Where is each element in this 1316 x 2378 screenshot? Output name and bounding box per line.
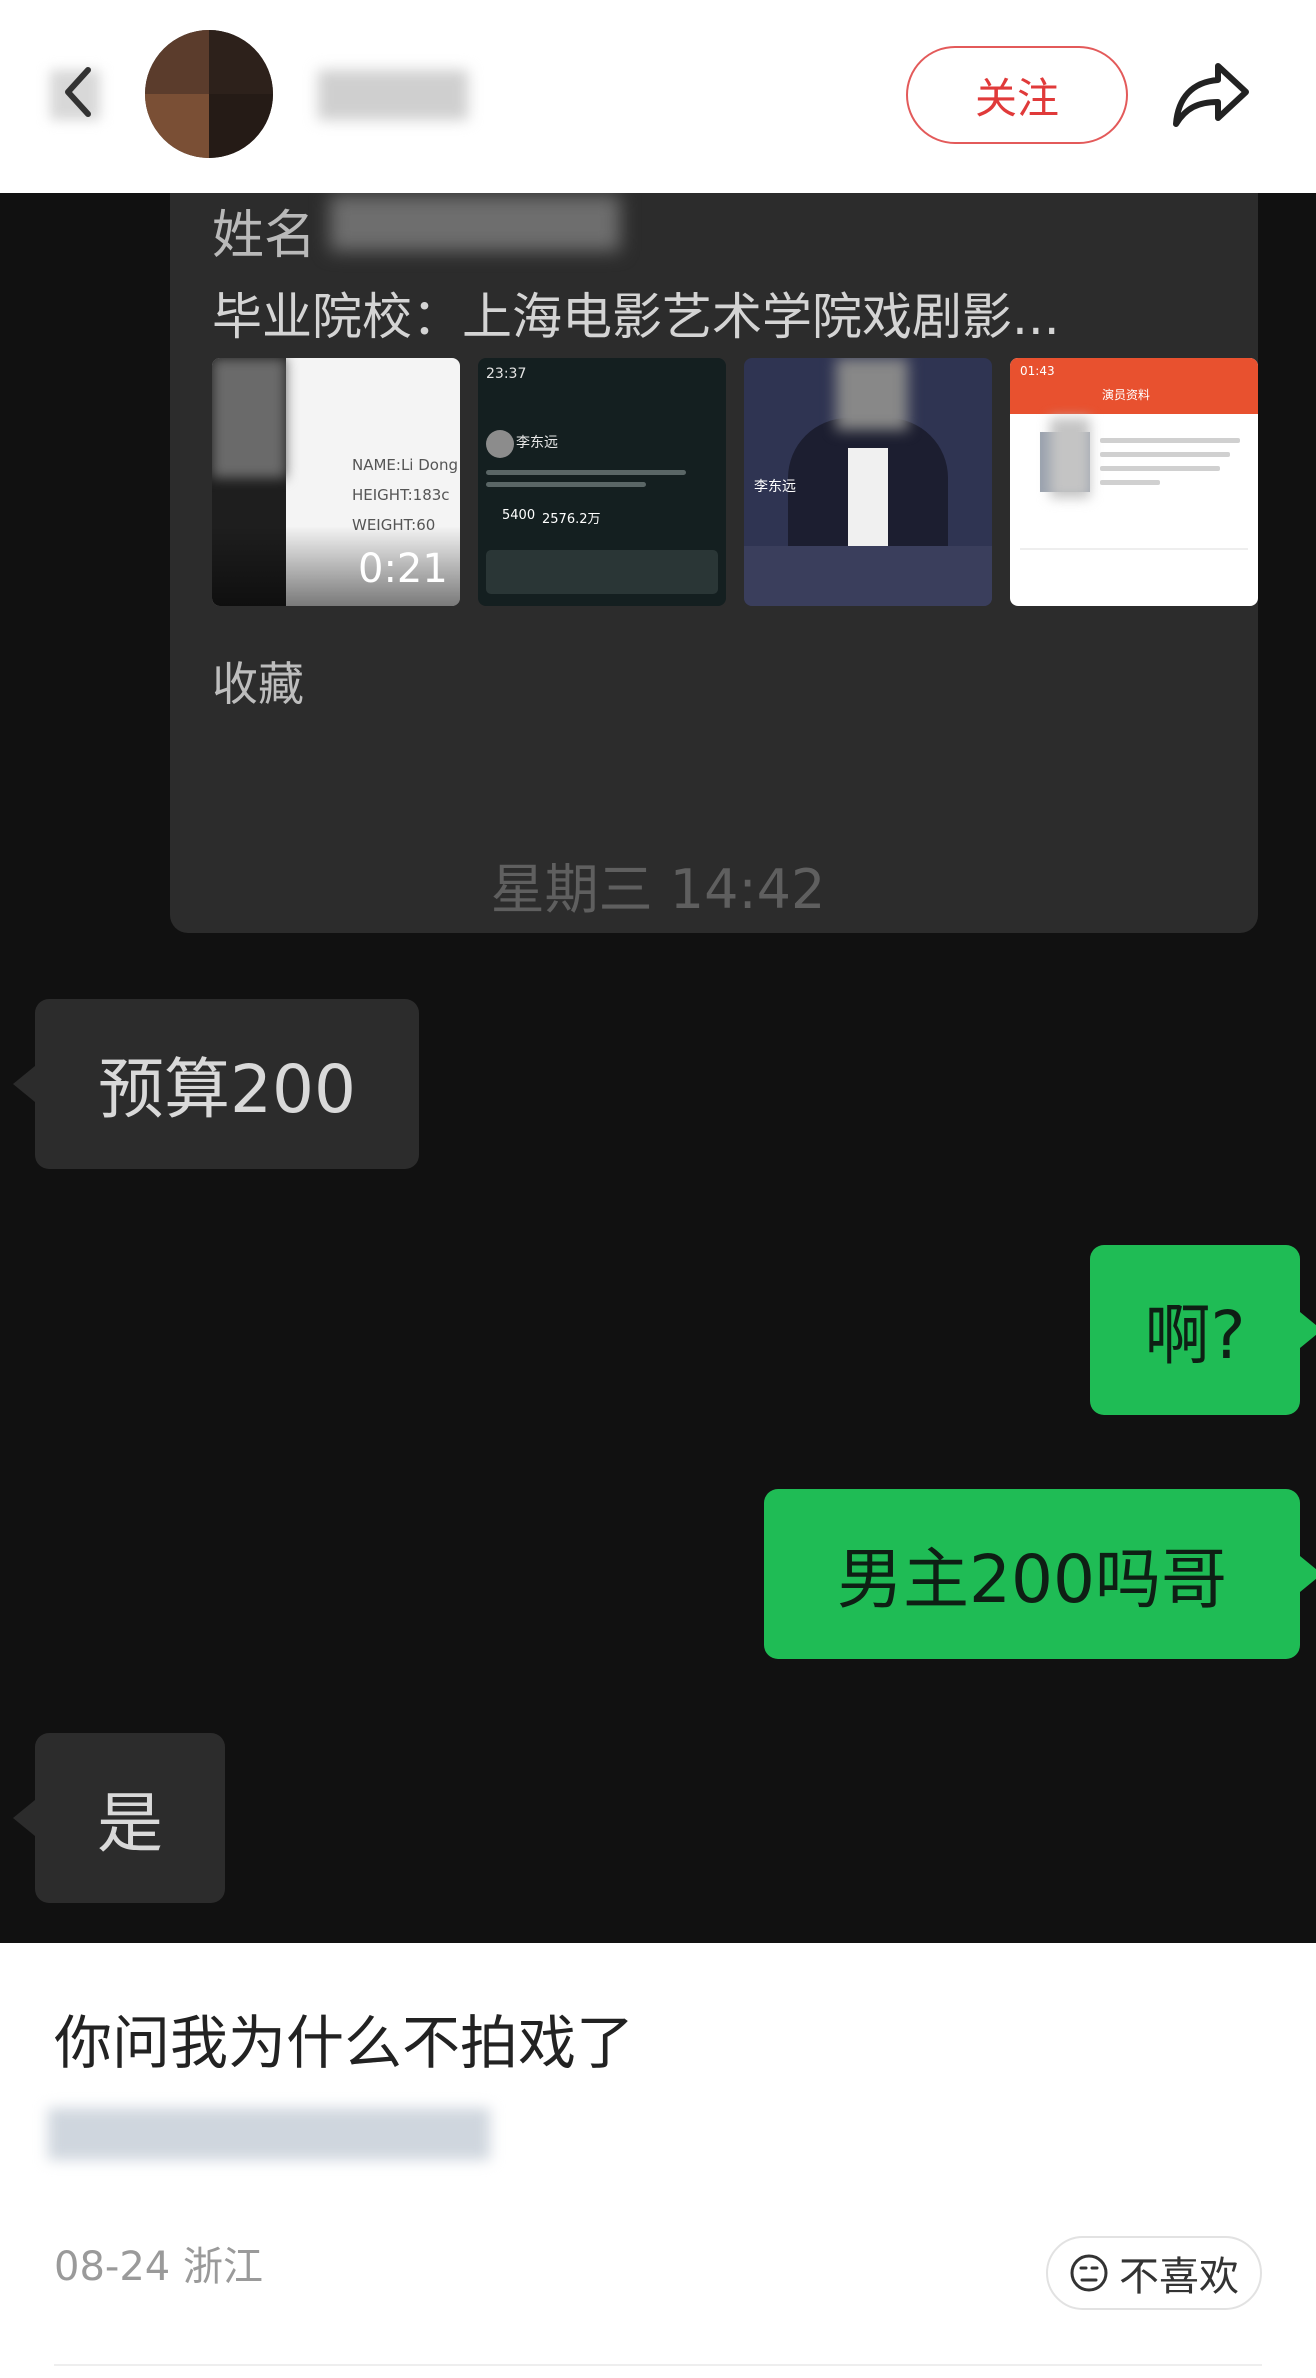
message-bubble-right: 男主200吗哥 — [764, 1489, 1300, 1659]
avatar — [486, 430, 514, 458]
stats-row — [1020, 548, 1248, 598]
blurred-name — [330, 195, 620, 251]
chat-timestamp: 星期三 14:42 — [490, 858, 826, 921]
follow-button[interactable]: 关注 — [906, 46, 1128, 144]
profile-name: 李东远 — [754, 479, 796, 495]
profile-name: 李东远 — [516, 435, 558, 451]
share-arrow-icon[interactable] — [1170, 58, 1252, 130]
favorite-label: 收藏 — [212, 657, 304, 711]
status-time: 23:37 — [486, 366, 527, 382]
blurred-username — [318, 70, 468, 120]
thumbnail-video[interactable]: NAME:Li Dong HEIGHT:183c WEIGHT:60 0:21 — [212, 358, 460, 606]
unhappy-face-icon — [1070, 2254, 1108, 2292]
status-time: 01:43 — [1020, 364, 1055, 378]
page-title: 演员资料 — [1102, 388, 1151, 402]
dislike-label: 不喜欢 — [1119, 2254, 1239, 2300]
blurred-hashtags — [48, 2108, 490, 2160]
tile-row — [486, 550, 718, 594]
thumbnail-portrait[interactable]: 李东远 — [744, 358, 992, 606]
chevron-left-icon[interactable] — [58, 62, 98, 122]
post-date: 08-24 — [54, 2244, 171, 2290]
post-caption: 你问我为什么不拍戏了 — [54, 2009, 635, 2077]
video-duration: 0:21 — [358, 546, 448, 592]
blurred-face — [836, 358, 908, 430]
chat-screenshot: 姓名 毕业院校：上海电影艺术学院戏剧影... NAME:Li Dong HEIG… — [0, 193, 1316, 1943]
avatar[interactable] — [145, 30, 273, 158]
message-bubble-left: 是 — [35, 1733, 225, 1903]
thumbnail-actor-data[interactable]: 01:43 演员资料 — [1010, 358, 1258, 606]
stat-value: 5400 — [502, 508, 536, 523]
card-school-text: 毕业院校：上海电影艺术学院戏剧影... — [212, 288, 1060, 346]
thumbnail-profile-dark[interactable]: 23:37 李东远 5400 2576.2万 — [478, 358, 726, 606]
blurred-face — [212, 358, 286, 478]
post-header: 关注 — [0, 0, 1316, 193]
post-location: 浙江 — [182, 2244, 263, 2290]
stat-value: 2576.2万 — [542, 512, 601, 527]
dislike-button[interactable]: 不喜欢 — [1046, 2236, 1262, 2310]
message-bubble-right: 啊? — [1090, 1245, 1300, 1415]
post-meta: 08-24 浙江 — [54, 2234, 263, 2292]
card-name-label: 姓名 — [212, 206, 317, 266]
blurred-face — [1050, 418, 1090, 498]
divider — [54, 2364, 1262, 2366]
info-bar — [744, 546, 992, 606]
message-bubble-left: 预算200 — [35, 999, 419, 1169]
